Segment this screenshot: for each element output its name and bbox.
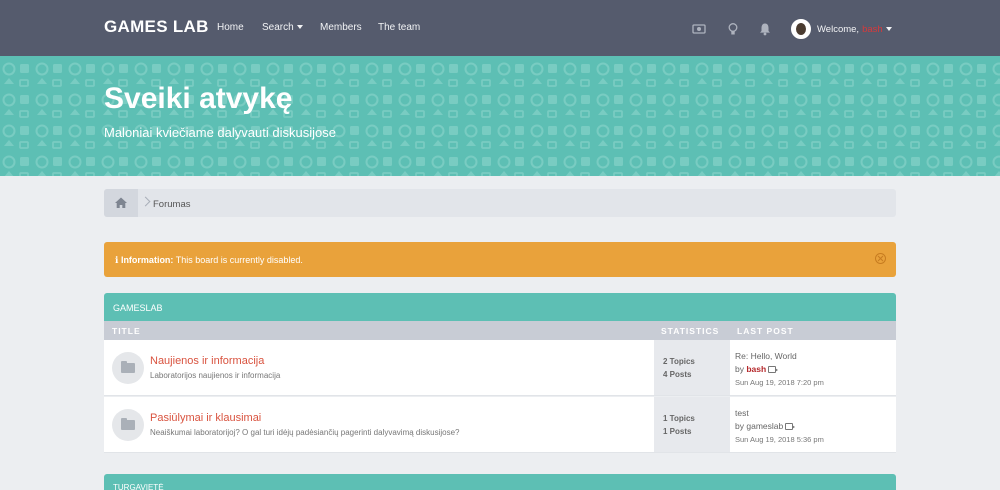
hero-banner: Sveiki atvykę Maloniai kviečiame dalyvau… (0, 56, 1000, 176)
alert-content: ℹ Information: This board is currently d… (115, 255, 303, 266)
breadcrumb-forum-link[interactable]: Forumas (153, 199, 190, 210)
last-post-title[interactable]: Re: Hello, World (735, 350, 824, 363)
alert-label: Information: (120, 255, 174, 265)
posts-count: 4 Posts (663, 370, 692, 379)
forum-description: Laboratorijos naujienos ir informacija (150, 371, 281, 380)
forum-status-icon (112, 409, 144, 441)
chevron-right-icon (140, 196, 151, 207)
money-icon[interactable] (692, 22, 706, 36)
banner-title: Sveiki atvykę (104, 82, 293, 115)
by-label: by (735, 421, 744, 431)
close-icon[interactable] (875, 253, 886, 264)
last-post-date: Sun Aug 19, 2018 7:20 pm (735, 378, 824, 387)
info-icon: ℹ (115, 255, 119, 265)
caret-down-icon (296, 25, 303, 30)
goto-post-icon[interactable] (768, 366, 779, 374)
lightbulb-icon[interactable] (726, 22, 740, 36)
alert-message: This board is currently disabled. (175, 255, 303, 265)
nav-members-link[interactable]: Members (320, 22, 362, 33)
nav-team-link[interactable]: The team (378, 22, 420, 33)
username: bash (862, 23, 883, 35)
column-title: TITLE (112, 326, 141, 336)
topics-count: 1 Topics (663, 414, 695, 423)
home-icon (115, 197, 127, 208)
column-last-post: LAST POST (737, 326, 794, 336)
bell-icon[interactable] (758, 22, 772, 36)
last-post-date: Sun Aug 19, 2018 5:36 pm (735, 435, 824, 444)
forum-status-icon (112, 352, 144, 384)
folder-icon (121, 418, 135, 430)
top-navbar: GAMES LAB Home Search Members The team W… (0, 0, 1000, 56)
goto-post-icon[interactable] (785, 423, 796, 431)
site-brand[interactable]: GAMES LAB (104, 17, 209, 37)
last-post-author[interactable]: gameslab (746, 421, 783, 431)
folder-icon (121, 361, 135, 373)
last-post-title[interactable]: test (735, 407, 824, 420)
forum-statistics: 1 Topics 1 Posts (654, 397, 730, 452)
forum-row: Pasiūlymai ir klausimai Neaiškumai labor… (104, 397, 896, 453)
welcome-label: Welcome, (817, 23, 860, 35)
breadcrumb-home[interactable] (104, 189, 138, 217)
category-title[interactable]: GAMESLAB (104, 293, 896, 321)
last-post: test by gameslab Sun Aug 19, 2018 5:36 p… (735, 407, 824, 446)
next-category-title[interactable]: TURGAVIETĖ (104, 474, 896, 490)
topics-count: 2 Topics (663, 357, 695, 366)
posts-count: 1 Posts (663, 427, 692, 436)
avatar (791, 19, 811, 39)
caret-down-icon (885, 27, 892, 31)
forum-title-link[interactable]: Pasiūlymai ir klausimai (150, 412, 261, 424)
forum-title-link[interactable]: Naujienos ir informacija (150, 355, 264, 367)
column-headers: TITLE STATISTICS LAST POST (104, 321, 896, 340)
forum-statistics: 2 Topics 4 Posts (654, 340, 730, 395)
last-post: Re: Hello, World by bash Sun Aug 19, 201… (735, 350, 824, 389)
banner-subtitle: Maloniai kviečiame dalyvauti diskusijose (104, 125, 336, 140)
forum-row: Naujienos ir informacija Laboratorijos n… (104, 340, 896, 396)
nav-search-label: Search (262, 22, 294, 33)
column-statistics: STATISTICS (661, 326, 720, 336)
last-post-author[interactable]: bash (746, 364, 766, 374)
nav-home-link[interactable]: Home (217, 22, 244, 33)
forum-description: Neaiškumai laboratorijoj? O gal turi idė… (150, 428, 460, 437)
user-menu[interactable]: Welcome, bash (791, 18, 892, 40)
forum-category: GAMESLAB TITLE STATISTICS LAST POST Nauj… (104, 293, 896, 453)
banner-pattern (0, 56, 1000, 176)
nav-search-dropdown[interactable]: Search (262, 22, 303, 33)
info-alert: ℹ Information: This board is currently d… (104, 242, 896, 277)
by-label: by (735, 364, 744, 374)
breadcrumb: Forumas (104, 189, 896, 217)
